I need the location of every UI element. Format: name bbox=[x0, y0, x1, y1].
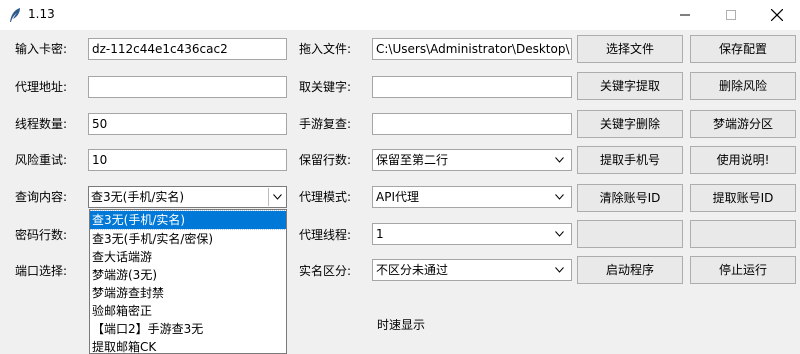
card-key-label: 输入卡密: bbox=[15, 42, 68, 56]
proxy-mode-select[interactable]: API代理 bbox=[372, 186, 572, 208]
proxy-address-label: 代理地址: bbox=[15, 80, 68, 94]
drag-file-label: 拖入文件: bbox=[299, 42, 352, 56]
keep-rows-value: 保留至第二行 bbox=[376, 153, 449, 167]
proxy-mode-value: API代理 bbox=[376, 190, 419, 204]
dropdown-option[interactable]: 梦端游(3无) bbox=[90, 266, 286, 284]
select-file-button[interactable]: 选择文件 bbox=[577, 35, 683, 63]
keep-rows-select[interactable]: 保留至第二行 bbox=[372, 149, 572, 171]
minimize-icon bbox=[680, 14, 690, 16]
dropdown-toggle[interactable] bbox=[268, 188, 285, 206]
password-rows-label: 密码行数: bbox=[15, 228, 68, 242]
keyword-label: 取关键字: bbox=[299, 80, 352, 94]
realname-value: 不区分未通过 bbox=[376, 263, 449, 277]
blank-button-2[interactable] bbox=[690, 220, 796, 248]
proxy-threads-label: 代理线程: bbox=[299, 228, 352, 242]
port-select-label: 端口选择: bbox=[15, 264, 68, 278]
query-content-select[interactable]: 查3无(手机/实名) bbox=[88, 186, 287, 208]
dropdown-option[interactable]: 查3无(手机/实名/密保) bbox=[90, 230, 286, 248]
dropdown-option[interactable]: 查大话端游 bbox=[90, 248, 286, 266]
thread-count-label: 线程数量: bbox=[15, 117, 68, 131]
delete-risk-button[interactable]: 删除风险 bbox=[690, 72, 796, 100]
extract-phone-button[interactable]: 提取手机号 bbox=[577, 146, 683, 174]
extract-account-id-button[interactable]: 提取账号ID bbox=[690, 184, 796, 212]
mobile-recheck-label: 手游复查: bbox=[299, 117, 352, 131]
dropdown-option[interactable]: 【端口2】手游查3无 bbox=[90, 320, 286, 338]
start-button[interactable]: 启动程序 bbox=[577, 256, 683, 284]
dropdown-option[interactable]: 提取邮箱CK bbox=[90, 338, 286, 353]
query-content-label: 查询内容: bbox=[15, 190, 68, 204]
stop-button[interactable]: 停止运行 bbox=[690, 256, 796, 284]
dropdown-option[interactable]: 梦端游查封禁 bbox=[90, 284, 286, 302]
proxy-threads-select[interactable]: 1 bbox=[372, 223, 572, 245]
query-content-value: 查3无(手机/实名) bbox=[91, 190, 185, 204]
chevron-down-icon bbox=[555, 194, 564, 200]
keyword-extract-button[interactable]: 关键字提取 bbox=[577, 72, 683, 100]
close-icon bbox=[771, 9, 783, 21]
risk-retry-label: 风险重试: bbox=[15, 153, 68, 167]
chevron-down-icon bbox=[555, 231, 564, 237]
query-content-dropdown[interactable]: 查3无(手机/实名) 查3无(手机/实名/密保) 查大话端游 梦端游(3无) 梦… bbox=[89, 209, 287, 354]
chevron-down-icon bbox=[555, 267, 564, 273]
realname-label: 实名区分: bbox=[299, 264, 352, 278]
window-title: 1.13 bbox=[28, 7, 55, 21]
speed-display: 时速显示 bbox=[377, 318, 426, 332]
maximize-button[interactable] bbox=[708, 0, 754, 30]
keep-rows-label: 保留行数: bbox=[299, 153, 352, 167]
keyword-delete-button[interactable]: 关键字删除 bbox=[577, 110, 683, 138]
thread-count-input[interactable]: 50 bbox=[88, 113, 287, 135]
close-button[interactable] bbox=[754, 0, 800, 30]
dream-zone-button[interactable]: 梦端游分区 bbox=[690, 110, 796, 138]
blank-button-1[interactable] bbox=[577, 220, 683, 248]
keyword-input[interactable] bbox=[372, 76, 572, 98]
save-config-button[interactable]: 保存配置 bbox=[690, 35, 796, 63]
proxy-mode-label: 代理模式: bbox=[299, 190, 352, 204]
minimize-button[interactable] bbox=[662, 0, 708, 30]
realname-select[interactable]: 不区分未通过 bbox=[372, 259, 572, 281]
maximize-icon bbox=[726, 10, 736, 20]
mobile-recheck-input[interactable] bbox=[372, 113, 572, 135]
feather-icon bbox=[10, 8, 20, 22]
chevron-down-icon bbox=[555, 157, 564, 163]
file-path-input[interactable]: C:\Users\Administrator\Desktop\ bbox=[372, 38, 572, 60]
card-key-input[interactable]: dz-112c44e1c436cac2 bbox=[88, 38, 287, 60]
chevron-down-icon bbox=[272, 194, 282, 200]
risk-retry-input[interactable]: 10 bbox=[88, 149, 287, 171]
dropdown-option[interactable]: 验邮箱密正 bbox=[90, 302, 286, 320]
usage-button[interactable]: 使用说明! bbox=[690, 146, 796, 174]
proxy-address-input[interactable] bbox=[88, 76, 287, 98]
proxy-threads-value: 1 bbox=[376, 227, 384, 241]
dropdown-option[interactable]: 查3无(手机/实名) bbox=[90, 210, 286, 230]
clear-account-id-button[interactable]: 清除账号ID bbox=[577, 184, 683, 212]
